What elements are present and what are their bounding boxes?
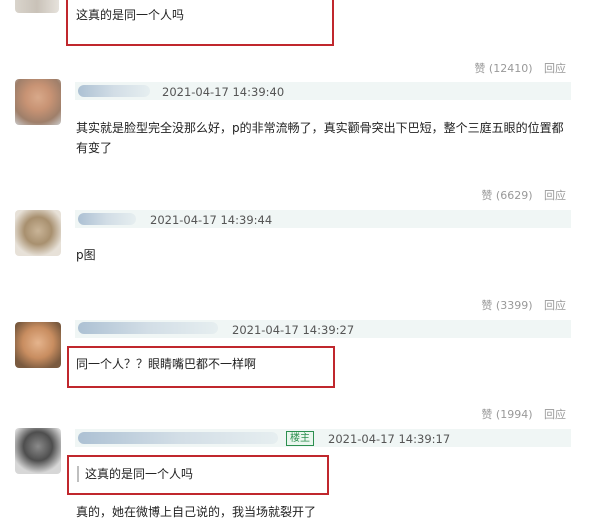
timestamp: 2021-04-17 14:39:44 — [150, 213, 273, 227]
like-button[interactable]: 赞 (12410) — [474, 62, 532, 75]
like-button[interactable]: 赞 (6629) — [481, 189, 532, 202]
avatar[interactable] — [15, 79, 61, 125]
comment-actions: 赞 (12410) 回应 — [466, 60, 566, 76]
reply-button[interactable]: 回应 — [544, 189, 566, 202]
comment-actions: 赞 (1994) 回应 — [473, 406, 566, 422]
highlight-box — [67, 455, 329, 495]
reply-button[interactable]: 回应 — [544, 299, 566, 312]
like-button[interactable]: 赞 (3399) — [481, 299, 532, 312]
like-button[interactable]: 赞 (1994) — [481, 408, 532, 421]
timestamp: 2021-04-17 14:39:40 — [162, 85, 285, 99]
timestamp: 2021-04-17 14:39:27 — [232, 323, 355, 337]
username-blurred[interactable] — [78, 213, 136, 225]
timestamp: 2021-04-17 14:39:17 — [328, 432, 451, 446]
op-badge: 楼主 — [286, 431, 314, 446]
reply-button[interactable]: 回应 — [544, 62, 566, 75]
reply-button[interactable]: 回应 — [544, 408, 566, 421]
comment-text: p图 — [76, 248, 96, 262]
comment-text: 其实就是脸型完全没那么好，p的非常流畅了，真实颧骨突出下巴短，整个三庭五眼的位置… — [76, 121, 564, 155]
username-blurred[interactable] — [78, 432, 278, 444]
highlight-box — [67, 346, 335, 388]
comment-actions: 赞 (6629) 回应 — [473, 187, 566, 203]
avatar[interactable] — [15, 322, 61, 368]
comment-actions: 赞 (3399) 回应 — [473, 297, 566, 313]
avatar[interactable] — [15, 210, 61, 256]
avatar[interactable] — [15, 428, 61, 474]
avatar — [15, 0, 59, 13]
username-blurred[interactable] — [78, 322, 218, 334]
username-blurred[interactable] — [78, 85, 150, 97]
comment-text: 真的，她在微博上自己说的，我当场就裂开了 — [76, 505, 317, 519]
highlight-box — [66, 0, 334, 46]
